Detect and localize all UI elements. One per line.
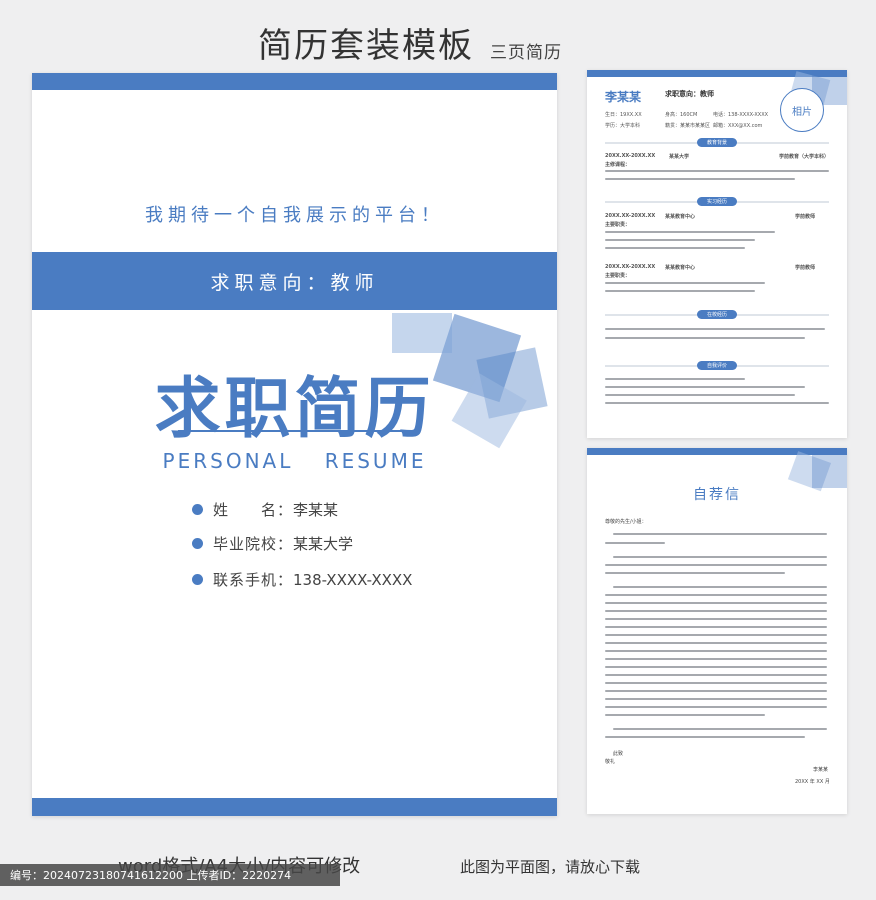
text-line (605, 674, 827, 676)
job-date: 20XX.XX-20XX.XX (605, 264, 656, 270)
info-row-school: 毕业院校： 某某大学 (192, 533, 353, 554)
template-title: 简历套装模板 (258, 26, 474, 66)
resume-field: 籍贯：某某市某某区 (665, 123, 711, 129)
resume-name: 李某某 (605, 90, 642, 104)
text-line (605, 572, 785, 574)
section-self-evaluation: 自我评价 (605, 361, 829, 370)
text-line (605, 618, 827, 620)
text-line (605, 698, 827, 700)
bullet-dot-icon (192, 574, 203, 585)
text-line (605, 402, 829, 404)
text-line (605, 290, 755, 292)
letter-title: 自荐信 (693, 487, 741, 503)
text-line (613, 533, 827, 535)
text-line (605, 642, 827, 644)
info-value: 138-XXXX-XXXX (293, 570, 413, 589)
text-line (605, 231, 775, 233)
section-campus: 在校经历 (605, 310, 829, 319)
resume-field: 电话：138-XXXX-XXXX (713, 112, 769, 118)
edu-date: 20XX.XX-20XX.XX (605, 153, 656, 159)
text-line (605, 247, 745, 249)
bullet-dot-icon (192, 538, 203, 549)
letter-closing-1: 此致 (613, 751, 624, 757)
template-subtitle: 三页简历 (490, 43, 562, 63)
resume-intention: 求职意向：教师 (665, 90, 714, 98)
text-line (605, 602, 827, 604)
job-org: 某某教育中心 (665, 214, 696, 220)
cover-slogan: 我期待一个自我展示的平台！ (145, 205, 444, 226)
info-label: 毕业院校： (213, 535, 294, 553)
text-line (605, 337, 805, 339)
text-line (605, 626, 827, 628)
resume-field: 身高：160CM (665, 112, 698, 118)
info-value: 李某某 (293, 501, 339, 519)
job-date: 20XX.XX-20XX.XX (605, 213, 656, 219)
cover-page: 我期待一个自我展示的平台！ 求职意向：教师 求职简历 PERSONAL RESU… (32, 73, 557, 816)
section-education: 教育背景 (605, 138, 829, 147)
cover-intention-band: 求职意向：教师 (32, 252, 557, 310)
info-row-phone: 联系手机： 138-XXXX-XXXX (192, 569, 412, 590)
cover-title-rule (178, 430, 416, 432)
edu-label: 主修课程： (605, 162, 631, 168)
text-line (613, 728, 827, 730)
resume-field: 生日：19XX.XX (605, 112, 642, 118)
job-label: 主要职责： (605, 273, 631, 279)
job-label: 主要职责： (605, 222, 631, 228)
cover-intention: 求职意向：教师 (210, 271, 379, 294)
resume-field: 学历：大学本科 (605, 123, 641, 129)
text-line (605, 378, 745, 380)
bullet-dot-icon (192, 504, 203, 515)
cover-main-title: 求职简历 (154, 370, 435, 447)
info-label: 联系手机： (213, 571, 294, 589)
text-line (605, 690, 827, 692)
letter-signature: 李某某 (813, 767, 829, 773)
text-line (605, 542, 665, 544)
text-line (605, 386, 805, 388)
text-line (605, 634, 827, 636)
id-strip: 编号：20240723180741612200 上传者ID：2220274 (0, 864, 340, 886)
text-line (605, 666, 827, 668)
info-row-name: 姓 名： 李某某 (192, 499, 338, 520)
cover-bottom-bar (32, 798, 557, 816)
info-label: 姓 名： (213, 501, 294, 519)
text-line (605, 282, 765, 284)
job-org: 某某教育中心 (665, 265, 696, 271)
text-line (605, 239, 755, 241)
text-line (613, 556, 827, 558)
text-line (605, 736, 805, 738)
letter-closing-2: 敬礼 (605, 759, 616, 765)
text-line (605, 178, 795, 180)
edu-major: 学前教育（大学本科） (779, 154, 830, 160)
text-line (605, 170, 829, 172)
letter-greeting: 尊敬的先生/小姐： (605, 519, 647, 525)
text-line (605, 706, 827, 708)
info-value: 某某大学 (293, 535, 354, 553)
resume-field: 邮箱：XXX@XX.com (713, 123, 763, 129)
job-role: 学前教师 (795, 265, 816, 271)
text-line (605, 610, 827, 612)
text-line (613, 586, 827, 588)
footer-download-note: 此图为平面图，请放心下载 (460, 858, 641, 876)
job-role: 学前教师 (795, 214, 816, 220)
text-line (605, 682, 827, 684)
cover-letter-page: 自荐信 尊敬的先生/小姐： 此致 敬礼 李某某 20XX 年 XX 月 (587, 448, 847, 814)
text-line (605, 394, 795, 396)
text-line (605, 714, 765, 716)
text-line (605, 328, 825, 330)
edu-school: 某某大学 (669, 154, 690, 160)
cover-english-title: PERSONAL RESUME (162, 449, 427, 473)
text-line (605, 650, 827, 652)
photo-placeholder: 相片 (780, 88, 824, 132)
section-internship: 实习经历 (605, 197, 829, 206)
resume-page: 李某某 求职意向：教师 生日：19XX.XX 身高：160CM 电话：138-X… (587, 70, 847, 438)
cover-top-bar (32, 73, 557, 90)
text-line (605, 594, 827, 596)
letter-date: 20XX 年 XX 月 (795, 779, 830, 785)
text-line (605, 564, 827, 566)
text-line (605, 658, 827, 660)
